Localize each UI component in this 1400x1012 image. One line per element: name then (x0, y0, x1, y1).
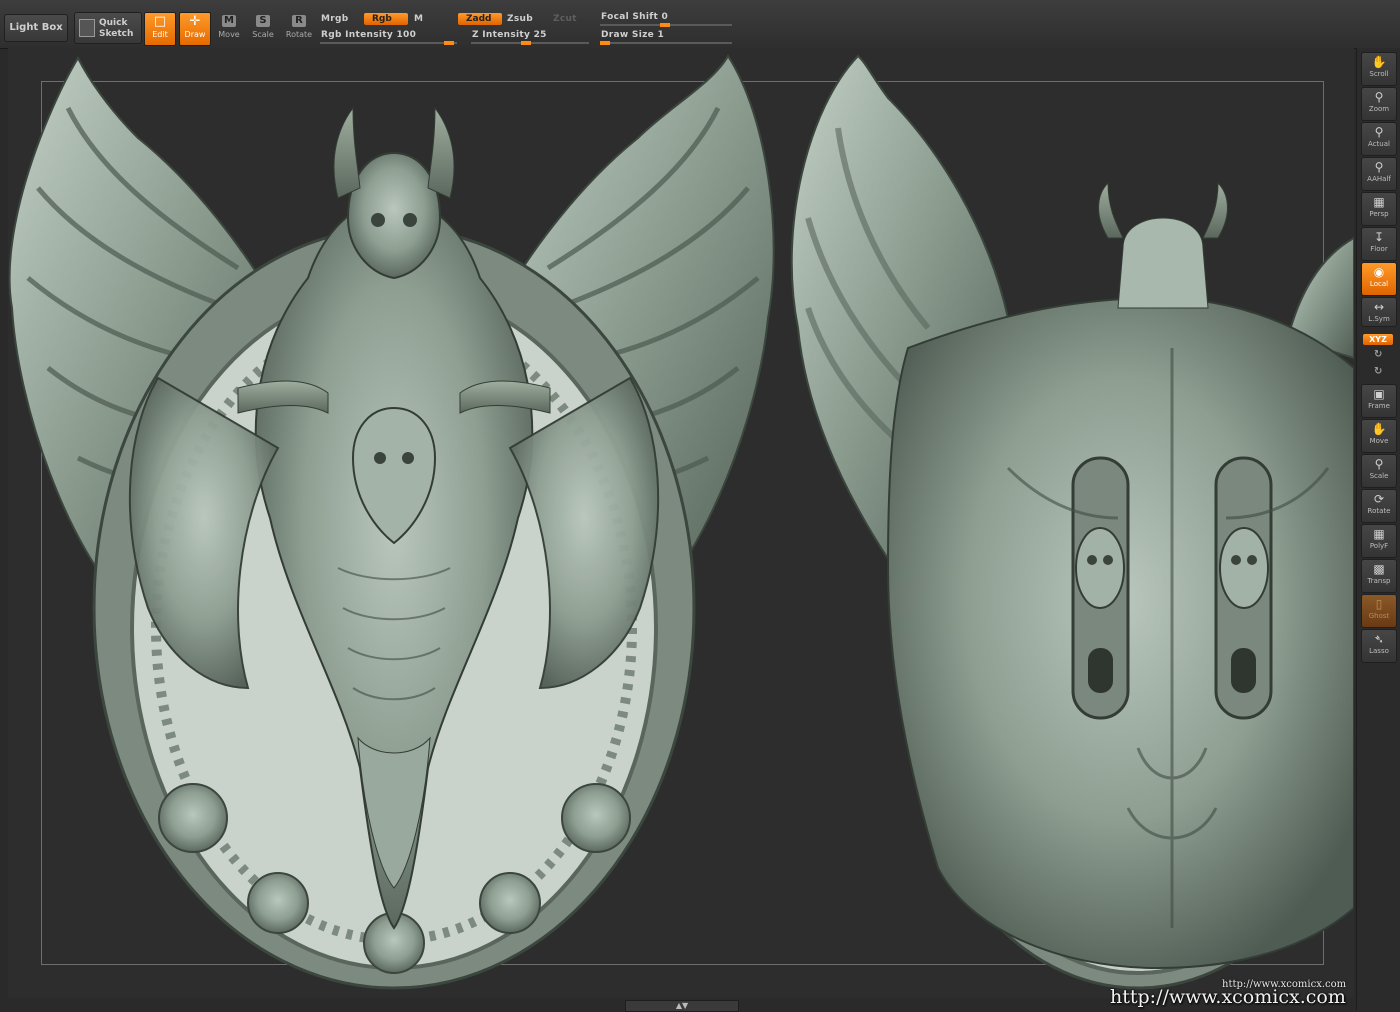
xyz-toggle[interactable]: XYZ (1363, 334, 1393, 345)
floor-label: Floor (1370, 245, 1388, 253)
watermark: http://www.xcomicx.com (1110, 986, 1346, 1008)
floor-button[interactable]: ↧ Floor (1361, 227, 1397, 261)
rotate-y-icon[interactable]: ↻ (1374, 349, 1382, 360)
edit-label: Edit (152, 30, 168, 39)
edit-icon: □ (153, 14, 167, 29)
polyframe-icon: ▦ (1373, 527, 1385, 541)
move-icon: M (222, 15, 236, 27)
front-view-model (8, 54, 775, 990)
ghost-button[interactable]: ▯ Ghost (1361, 594, 1397, 628)
zoom-label: Zoom (1368, 105, 1390, 113)
right-shelf: ✋ Scroll ⚲ Zoom ⚲ Actual ⚲ AAHalf ▦ Persp ↧ Fl… (1356, 48, 1400, 1010)
move-view-button[interactable]: ✋ Move (1361, 419, 1397, 453)
actual-size-icon: ⚲ (1374, 125, 1384, 139)
rotate-z-icon[interactable]: ↻ (1374, 366, 1382, 377)
move-label: Move (218, 30, 240, 39)
ghost-icon: ▯ (1375, 597, 1383, 611)
lasso-label: Lasso (1369, 647, 1389, 655)
lsym-button[interactable]: ↔ L.Sym (1361, 297, 1397, 327)
ghost-label: Ghost (1368, 612, 1390, 620)
local-label: Local (1369, 280, 1389, 288)
rgb-intensity-slider[interactable] (320, 41, 457, 45)
rgb-button[interactable]: Rgb (364, 13, 408, 25)
floor-icon: ↧ (1373, 230, 1385, 244)
polyf-label: PolyF (1369, 542, 1389, 550)
actual-button[interactable]: ⚲ Actual (1361, 122, 1397, 156)
rotate-view-icon: ⟳ (1373, 492, 1385, 506)
mrgb-button[interactable]: Mrgb (321, 14, 348, 24)
lasso-button[interactable]: ➴ Lasso (1361, 629, 1397, 663)
quick-sketch-button[interactable]: Quick Sketch (74, 12, 142, 44)
quick-sketch-label: Quick Sketch (99, 18, 134, 39)
transp-button[interactable]: ▩ Transp (1361, 559, 1397, 593)
transp-label: Transp (1367, 577, 1391, 585)
zadd-button[interactable]: Zadd (458, 13, 502, 25)
draw-label: Draw (184, 30, 206, 39)
scale-view-button[interactable]: ⚲ Scale (1361, 454, 1397, 488)
aahalf-icon: ⚲ (1374, 160, 1384, 174)
magnifier-icon: ⚲ (1374, 90, 1384, 104)
scroll-button[interactable]: ✋ Scroll (1361, 52, 1397, 86)
m-button[interactable]: M (414, 14, 423, 24)
zsub-button[interactable]: Zsub (507, 14, 533, 24)
zcut-button[interactable]: Zcut (553, 14, 577, 24)
edit-button[interactable]: □ Edit (144, 12, 176, 46)
z-intensity-slider[interactable] (471, 41, 589, 45)
focal-shift-knob[interactable] (660, 23, 670, 27)
actual-label: Actual (1368, 140, 1390, 148)
aahalf-button[interactable]: ⚲ AAHalf (1361, 157, 1397, 191)
scale-icon: S (256, 15, 270, 27)
frame-label: Frame (1368, 402, 1390, 410)
z-intensity-label: Z Intensity 25 (472, 30, 547, 40)
draw-size-knob[interactable] (600, 41, 610, 45)
back-view-model (790, 54, 1354, 990)
rgb-intensity-label: Rgb Intensity 100 (321, 30, 417, 40)
z-intensity-knob[interactable] (521, 41, 531, 45)
sculpt-canvas[interactable] (8, 48, 1354, 998)
persp-button[interactable]: ▦ Persp (1361, 192, 1397, 226)
top-toolbar: Light Box Quick Sketch □ Edit ✛ Draw M Mo… (0, 0, 1400, 49)
rotate-view-button[interactable]: ⟳ Rotate (1361, 489, 1397, 523)
local-transform-icon: ◉ (1373, 265, 1385, 279)
scroll-label: Scroll (1369, 70, 1389, 78)
polyf-button[interactable]: ▦ PolyF (1361, 524, 1397, 558)
quick-sketch-icon (79, 19, 95, 37)
focal-shift-label: Focal Shift 0 (601, 12, 669, 22)
scale-magnifier-icon: ⚲ (1374, 457, 1384, 471)
rotate-view-label: Rotate (1367, 507, 1391, 515)
perspective-grid-icon: ▦ (1373, 195, 1385, 209)
persp-label: Persp (1369, 210, 1389, 218)
upper-head (346, 151, 442, 280)
lasso-icon: ➴ (1373, 632, 1385, 646)
rotate-icon: R (292, 15, 306, 27)
focal-shift-slider[interactable] (600, 23, 732, 27)
scale-button[interactable]: S Scale (248, 12, 278, 44)
local-button[interactable]: ◉ Local (1361, 262, 1397, 296)
scale-view-label: Scale (1369, 472, 1389, 480)
frame-button[interactable]: ▣ Frame (1361, 384, 1397, 418)
move-button[interactable]: M Move (214, 12, 244, 44)
transparency-icon: ▩ (1373, 562, 1385, 576)
light-box-button[interactable]: Light Box (4, 14, 68, 42)
lsym-label: L.Sym (1368, 315, 1390, 323)
canvas-viewport[interactable] (8, 48, 1354, 998)
symmetry-icon: ↔ (1373, 300, 1385, 314)
rgb-intensity-knob[interactable] (444, 41, 454, 45)
rotate-label: Rotate (285, 30, 313, 39)
aahalf-label: AAHalf (1367, 175, 1391, 183)
frame-icon: ▣ (1373, 387, 1385, 401)
draw-button[interactable]: ✛ Draw (179, 12, 211, 46)
zoom-button[interactable]: ⚲ Zoom (1361, 87, 1397, 121)
draw-size-slider[interactable] (600, 41, 732, 45)
chevron-up-down-icon: ▲▼ (675, 1001, 689, 1010)
move-view-label: Move (1369, 437, 1389, 445)
draw-icon: ✛ (189, 14, 201, 29)
rotate-button[interactable]: R Rotate (284, 12, 314, 44)
hand-icon: ✋ (1371, 55, 1387, 69)
move-hand-icon: ✋ (1371, 422, 1387, 436)
bottom-tray-toggle[interactable]: ▲▼ (625, 1000, 739, 1012)
draw-size-label: Draw Size 1 (601, 30, 665, 40)
scale-label: Scale (252, 30, 274, 39)
